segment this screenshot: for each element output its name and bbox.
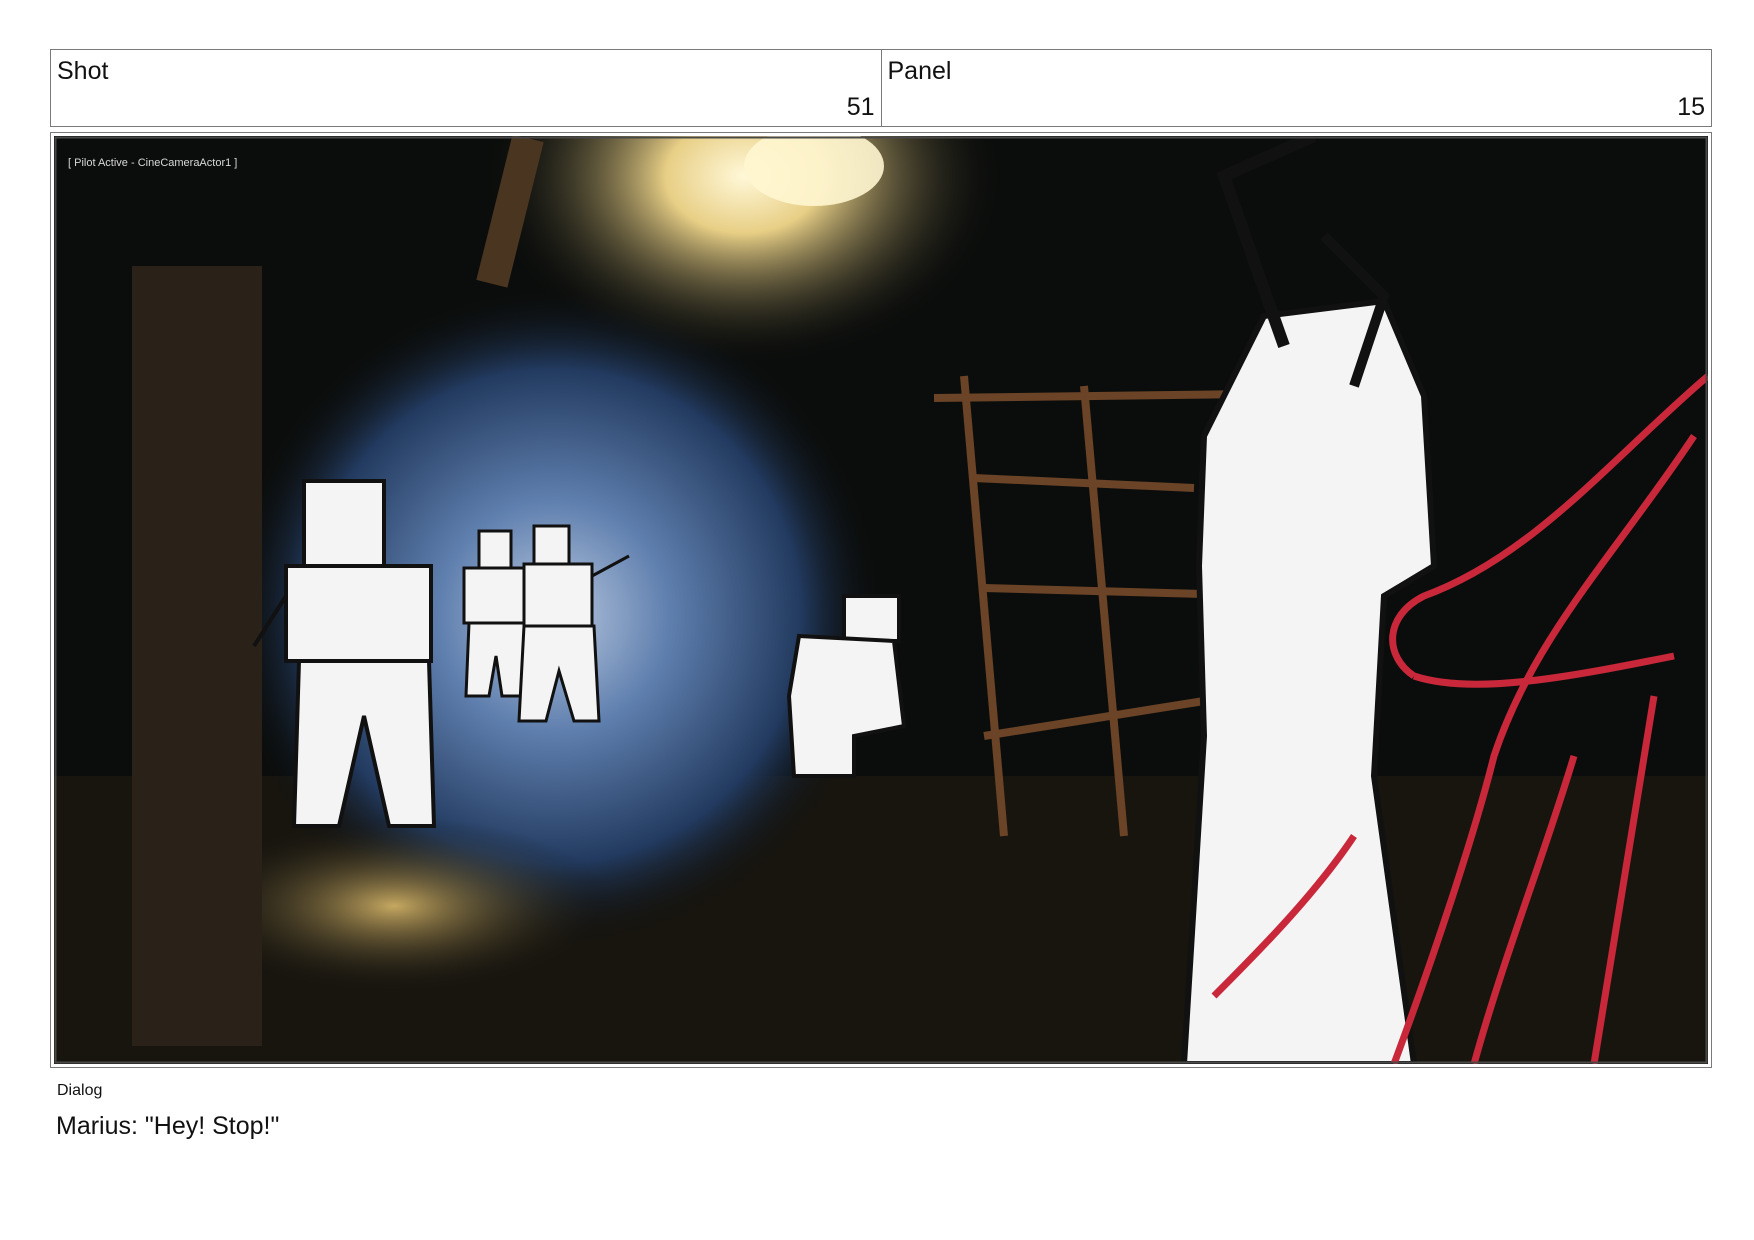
storyboard-frame: [ Pilot Active - CineCameraActor1 ]: [50, 132, 1712, 1068]
dialog-text: Marius: "Hey! Stop!": [56, 1112, 280, 1140]
panel-label: Panel: [887, 57, 952, 85]
shot-label: Shot: [57, 57, 109, 85]
camera-overlay-text: [ Pilot Active - CineCameraActor1 ]: [68, 157, 237, 169]
wooden-post: [132, 266, 262, 1046]
shot-number: 51: [846, 93, 875, 121]
shot-panel-header: Shot 51 Panel 15: [50, 49, 1712, 127]
storyboard-image: [ Pilot Active - CineCameraActor1 ]: [54, 136, 1708, 1064]
shot-cell: Shot 51: [51, 50, 881, 126]
dialog-label: Dialog: [57, 1082, 103, 1099]
panel-number: 15: [1677, 93, 1705, 121]
panel-cell: Panel 15: [880, 50, 1712, 126]
